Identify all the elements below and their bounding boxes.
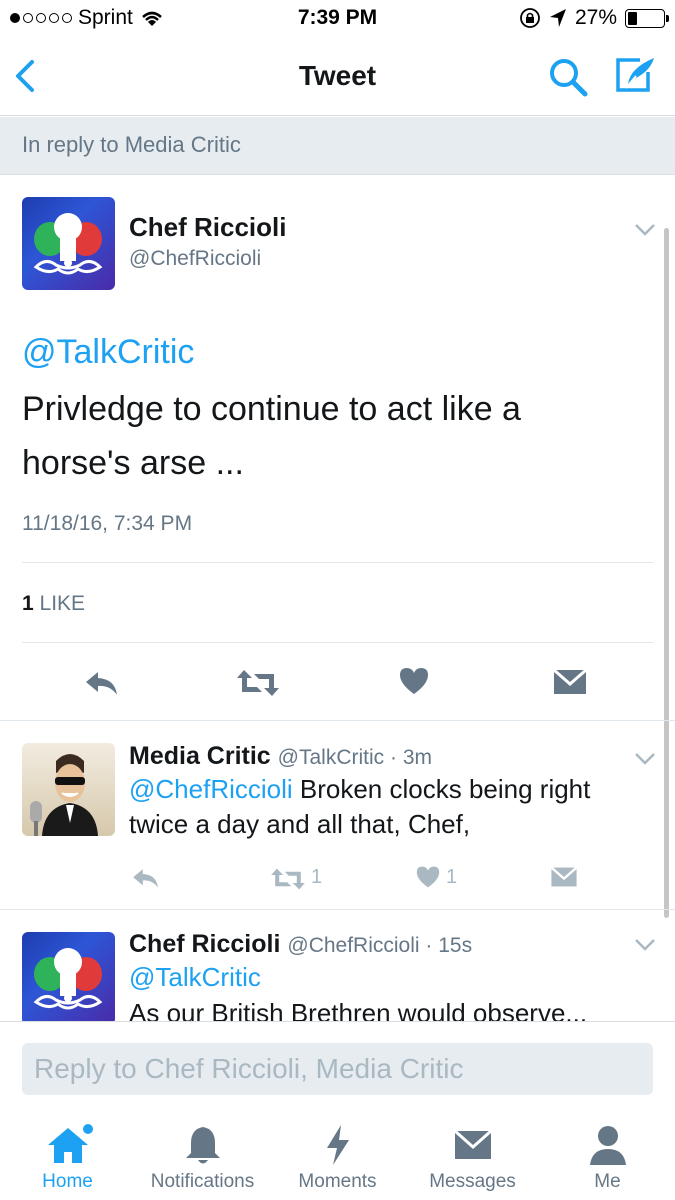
tweet-mention-link[interactable]: @TalkCritic [22, 333, 194, 372]
retweet-icon[interactable] [270, 867, 306, 896]
avatar[interactable] [22, 197, 115, 290]
reply-context-text: In reply to Media Critic [22, 132, 241, 157]
battery-percent: 27% [574, 6, 617, 29]
chevron-down-icon[interactable] [634, 938, 656, 952]
orientation-lock-icon [520, 8, 540, 28]
likes-count[interactable]: 1 LIKE [22, 592, 85, 616]
author-handle[interactable]: @ChefRiccioli [129, 247, 261, 271]
reply-input[interactable] [22, 1043, 653, 1095]
tab-notifications[interactable]: Notifications [135, 1103, 270, 1200]
meta-separator: · [384, 746, 403, 769]
tweet-text: Privledge to continue to act like a hors… [22, 390, 521, 482]
bell-icon [185, 1127, 220, 1164]
likes-number: 1 [22, 592, 34, 615]
tweet-timestamp: 11/18/16, 7:34 PM [22, 512, 193, 535]
reply-time: 15s [438, 934, 473, 957]
battery-icon [625, 8, 669, 28]
retweet-icon[interactable] [236, 668, 280, 703]
tab-label: Home [42, 1171, 93, 1192]
heart-icon[interactable] [415, 865, 441, 894]
tab-moments[interactable]: Moments [270, 1103, 405, 1200]
heart-icon[interactable] [398, 666, 430, 701]
tab-messages[interactable]: Messages [405, 1103, 540, 1200]
reply-text: @ChefRiccioli Broken clocks being right … [129, 772, 649, 842]
search-icon[interactable] [547, 56, 589, 98]
home-icon [47, 1124, 93, 1163]
avatar[interactable] [22, 743, 115, 836]
divider [0, 720, 675, 721]
reply-author-name: Media Critic [129, 742, 271, 770]
envelope-icon [453, 1129, 492, 1159]
reply-author-handle: @TalkCritic [277, 746, 385, 769]
tab-label: Messages [429, 1171, 516, 1192]
reply-time: 3m [402, 746, 433, 769]
tab-me[interactable]: Me [540, 1103, 675, 1200]
status-bar: Sprint 7:39 PM 27% [0, 0, 675, 38]
reply-icon[interactable] [131, 866, 161, 895]
avatar[interactable] [22, 932, 115, 1021]
reply-author-name: Chef Riccioli [129, 930, 281, 958]
reply-context-banner[interactable]: In reply to Media Critic [0, 117, 675, 175]
status-right: 27% [519, 6, 669, 30]
reply-author[interactable]: Chef Riccioli @ChefRiccioli · 15s [129, 930, 472, 959]
chevron-down-icon[interactable] [634, 752, 656, 766]
location-arrow-icon [549, 9, 566, 27]
compose-icon[interactable] [612, 54, 658, 96]
divider [22, 562, 653, 563]
tab-label: Moments [298, 1171, 377, 1192]
reply-composer [0, 1021, 675, 1103]
person-icon [589, 1126, 626, 1165]
like-count: 1 [446, 866, 458, 888]
direct-message-icon[interactable] [553, 668, 587, 701]
tab-bar: Home Notifications Moments Messages Me [0, 1103, 675, 1200]
likes-label: LIKE [39, 592, 86, 615]
reply-text-content: As our British Brethren would observe... [129, 998, 588, 1021]
reply-mention-link[interactable]: @ChefRiccioli [129, 774, 293, 804]
author-name[interactable]: Chef Riccioli [129, 212, 286, 243]
reply-author-handle: @ChefRiccioli [287, 934, 420, 957]
reply-mention-link[interactable]: @TalkCritic [129, 960, 649, 995]
scrollbar[interactable] [664, 228, 669, 918]
divider [22, 642, 653, 643]
tab-label: Me [594, 1171, 621, 1192]
reply-icon[interactable] [84, 668, 120, 703]
nav-bar: Tweet [0, 38, 675, 116]
meta-separator: · [419, 934, 439, 957]
direct-message-icon[interactable] [550, 866, 578, 893]
divider [0, 909, 675, 910]
tab-label: Notifications [150, 1171, 255, 1192]
retweet-count: 1 [311, 866, 323, 888]
reply-author[interactable]: Media Critic @TalkCritic · 3m [129, 742, 432, 771]
tweet-detail[interactable]: Chef Riccioli @ChefRiccioli @TalkCritic … [0, 176, 675, 1021]
tab-home[interactable]: Home [0, 1103, 135, 1200]
chevron-down-icon[interactable] [634, 223, 656, 237]
lightning-icon [326, 1125, 349, 1165]
